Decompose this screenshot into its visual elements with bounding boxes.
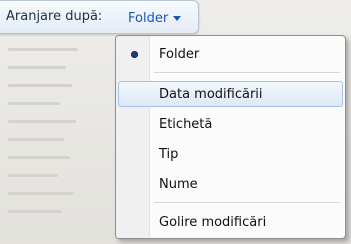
menu-item-tag[interactable]: Etichetă	[118, 111, 343, 137]
menu-item-type[interactable]: Tip	[118, 141, 343, 167]
menu-item-clear-changes[interactable]: Golire modificări	[118, 209, 343, 235]
menu-separator	[154, 72, 340, 74]
arrange-by-menu: Folder Data modificării Etichetă Tip Num…	[115, 35, 346, 239]
menu-item-label: Golire modificări	[159, 215, 267, 230]
arrange-by-toolbar: Aranjare după: Folder	[0, 0, 199, 34]
menu-item-label: Data modificării	[159, 87, 263, 102]
background-list-line	[8, 48, 78, 51]
chevron-down-icon	[173, 16, 182, 21]
arrange-by-value: Folder	[128, 10, 169, 26]
background-list-line	[8, 120, 76, 123]
selected-bullet-icon	[131, 51, 138, 58]
menu-item-label: Nume	[159, 177, 198, 192]
background-list-line	[8, 156, 70, 159]
arrange-by-dropdown-button[interactable]: Folder	[126, 9, 183, 27]
arrange-by-label: Aranjare după:	[6, 9, 103, 24]
menu-item-folder[interactable]: Folder	[118, 41, 343, 67]
background-list-line	[8, 84, 72, 87]
background-list-line	[8, 174, 58, 177]
background-list-line	[8, 192, 74, 195]
background-list-line	[8, 138, 64, 141]
background-list-line	[8, 102, 60, 105]
menu-item-label: Etichetă	[159, 117, 213, 132]
background-list-line	[8, 66, 66, 69]
menu-item-date-modified[interactable]: Data modificării	[118, 81, 343, 107]
menu-item-name[interactable]: Nume	[118, 171, 343, 197]
menu-separator	[154, 202, 340, 204]
background-list-line	[8, 210, 62, 213]
menu-item-label: Tip	[159, 147, 179, 162]
menu-item-label: Folder	[159, 47, 200, 62]
